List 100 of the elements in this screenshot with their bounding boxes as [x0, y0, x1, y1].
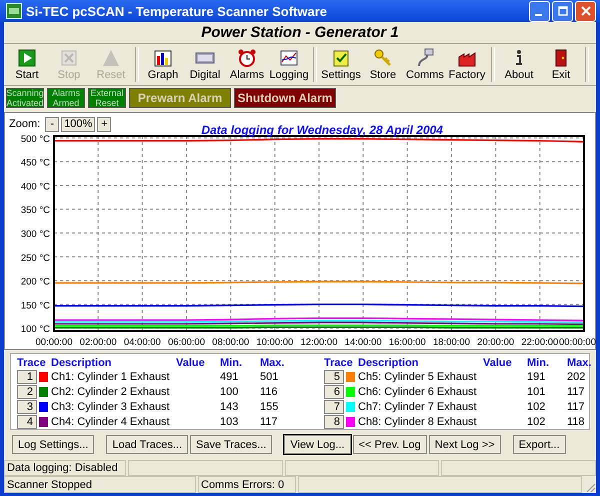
toolbar-button[interactable]: Logging	[268, 45, 310, 84]
toolbar-button[interactable]: Exit	[540, 45, 582, 84]
app-icon	[6, 3, 22, 19]
stop-icon	[59, 48, 79, 68]
trace-button[interactable]: 7	[324, 400, 344, 414]
column-header: Description	[51, 356, 113, 369]
push-button[interactable]: Save Traces...	[190, 435, 272, 454]
y-tick-label: 350 °C	[20, 205, 50, 216]
toolbar-button[interactable]: Factory	[446, 45, 488, 84]
y-tick-label: 250 °C	[20, 253, 50, 264]
minimize-icon	[535, 14, 542, 16]
trace-description: Ch7: Cylinder 7 Exhaust	[358, 400, 478, 413]
trace-button[interactable]: 2	[17, 384, 37, 399]
close-icon	[580, 6, 590, 16]
alarm-clock-icon	[237, 48, 257, 68]
toolbar-button[interactable]: Comms	[404, 45, 446, 84]
x-tick-label: 00:00:00	[559, 337, 596, 348]
min-value: 191	[527, 370, 546, 383]
trace-button[interactable]: 1	[17, 370, 37, 384]
toolbar-button[interactable]: Settings	[320, 45, 362, 84]
close-button[interactable]	[575, 0, 596, 22]
min-value: 100	[220, 386, 240, 398]
x-tick-label: 10:00:00	[256, 337, 294, 348]
push-button[interactable]: Next Log >>	[428, 435, 501, 454]
push-button[interactable]: View Log...	[284, 435, 351, 454]
max-value: 117	[567, 386, 586, 398]
plug-icon	[415, 48, 435, 68]
chart-title: Data logging for Wednesday, 28 April 2004	[200, 123, 444, 138]
zoom-level-button[interactable]: 100%	[61, 116, 96, 132]
x-tick-label: 22:00:00	[521, 337, 558, 348]
push-button[interactable]: Load Traces...	[106, 435, 188, 454]
zoom-label: Zoom:	[9, 118, 40, 130]
y-tick-label: 300 °C	[20, 229, 50, 240]
status-indicator: Prewarn Alarm	[129, 88, 231, 108]
triangle-icon	[101, 48, 121, 68]
trace-button[interactable]: 6	[324, 384, 344, 399]
window-title: Si-TEC pcSCAN - Temperature Scanner Software	[26, 4, 328, 18]
y-tick-label: 450 °C	[20, 158, 50, 169]
toolbar-button[interactable]: Start	[6, 45, 48, 84]
trace-description: Ch3: Cylinder 3 Exhaust	[51, 400, 171, 413]
max-value: 202	[567, 370, 586, 383]
trace-description: Ch5: Cylinder 5 Exhaust	[358, 370, 478, 383]
x-tick-label: 00:00:00	[36, 337, 72, 348]
trace-description: Ch6: Cylinder 6 Exhaust	[358, 386, 478, 398]
trace-description: Ch4: Cylinder 4 Exhaust	[51, 416, 171, 428]
column-header: Min.	[220, 356, 243, 369]
column-header: Min.	[527, 356, 550, 369]
column-header: Value	[176, 356, 206, 369]
toolbar-button[interactable]: Alarms	[226, 45, 268, 84]
min-value: 491	[220, 370, 240, 383]
max-value: 501	[260, 370, 280, 383]
push-button[interactable]: << Prev. Log	[352, 435, 427, 454]
x-tick-label: 12:00:00	[300, 337, 338, 348]
max-value: 116	[260, 386, 279, 398]
line-chart-icon	[279, 48, 299, 68]
play-icon	[17, 48, 37, 68]
key-icon	[373, 48, 393, 68]
x-tick-label: 02:00:00	[80, 337, 117, 348]
x-tick-label: 04:00:00	[124, 337, 161, 348]
max-value: 117	[567, 400, 586, 413]
maximize-icon	[558, 6, 568, 16]
column-header: Trace	[17, 356, 47, 369]
min-value: 103	[220, 416, 240, 428]
max-value: 117	[260, 416, 279, 428]
min-value: 102	[527, 400, 546, 413]
x-tick-label: 08:00:00	[212, 337, 250, 348]
push-button[interactable]: Log Settings...	[12, 435, 94, 454]
trace-description: Ch2: Cylinder 2 Exhaust	[51, 386, 171, 398]
checklist-icon	[331, 48, 351, 68]
minimize-button[interactable]	[529, 0, 550, 22]
status-indicator: Alarms Armed	[47, 88, 85, 108]
zoom-out-button[interactable]: -	[45, 116, 60, 132]
status-indicator: Scanning Activated	[6, 88, 44, 108]
status-pane: Comms Errors: 0	[198, 476, 296, 493]
toolbar-button[interactable]: Digital	[184, 45, 226, 84]
trace-button[interactable]: 5	[324, 370, 344, 384]
toolbar-button[interactable]: Graph	[142, 45, 184, 84]
push-button[interactable]: Export...	[512, 435, 566, 454]
trace-button[interactable]: 3	[17, 400, 37, 414]
trace-button[interactable]: 4	[17, 414, 37, 429]
trace-button[interactable]: 8	[324, 414, 344, 429]
trace-description: Ch8: Cylinder 8 Exhaust	[358, 416, 478, 428]
status-pane: Scanner Stopped	[4, 476, 196, 493]
y-tick-label: 400 °C	[20, 182, 50, 193]
resize-grip-icon	[584, 481, 596, 493]
x-tick-label: 20:00:00	[477, 337, 514, 348]
x-tick-label: 14:00:00	[344, 337, 382, 348]
zoom-in-button[interactable]: +	[97, 116, 112, 132]
column-header: Max.	[567, 356, 592, 369]
y-tick-label: 200 °C	[20, 276, 50, 288]
status-pane: Data logging: Disabled	[4, 460, 126, 476]
min-value: 101	[527, 386, 546, 398]
toolbar-button[interactable]: About	[498, 45, 540, 84]
maximize-button[interactable]	[552, 0, 573, 22]
toolbar-button[interactable]: Store	[362, 45, 404, 84]
column-header: Value	[483, 356, 513, 369]
station-heading: Power Station - Generator 1	[4, 22, 596, 44]
status-indicator: Shutdown Alarm	[234, 88, 336, 108]
y-tick-label: 150 °C	[20, 300, 50, 312]
x-tick-label: 16:00:00	[388, 337, 426, 348]
